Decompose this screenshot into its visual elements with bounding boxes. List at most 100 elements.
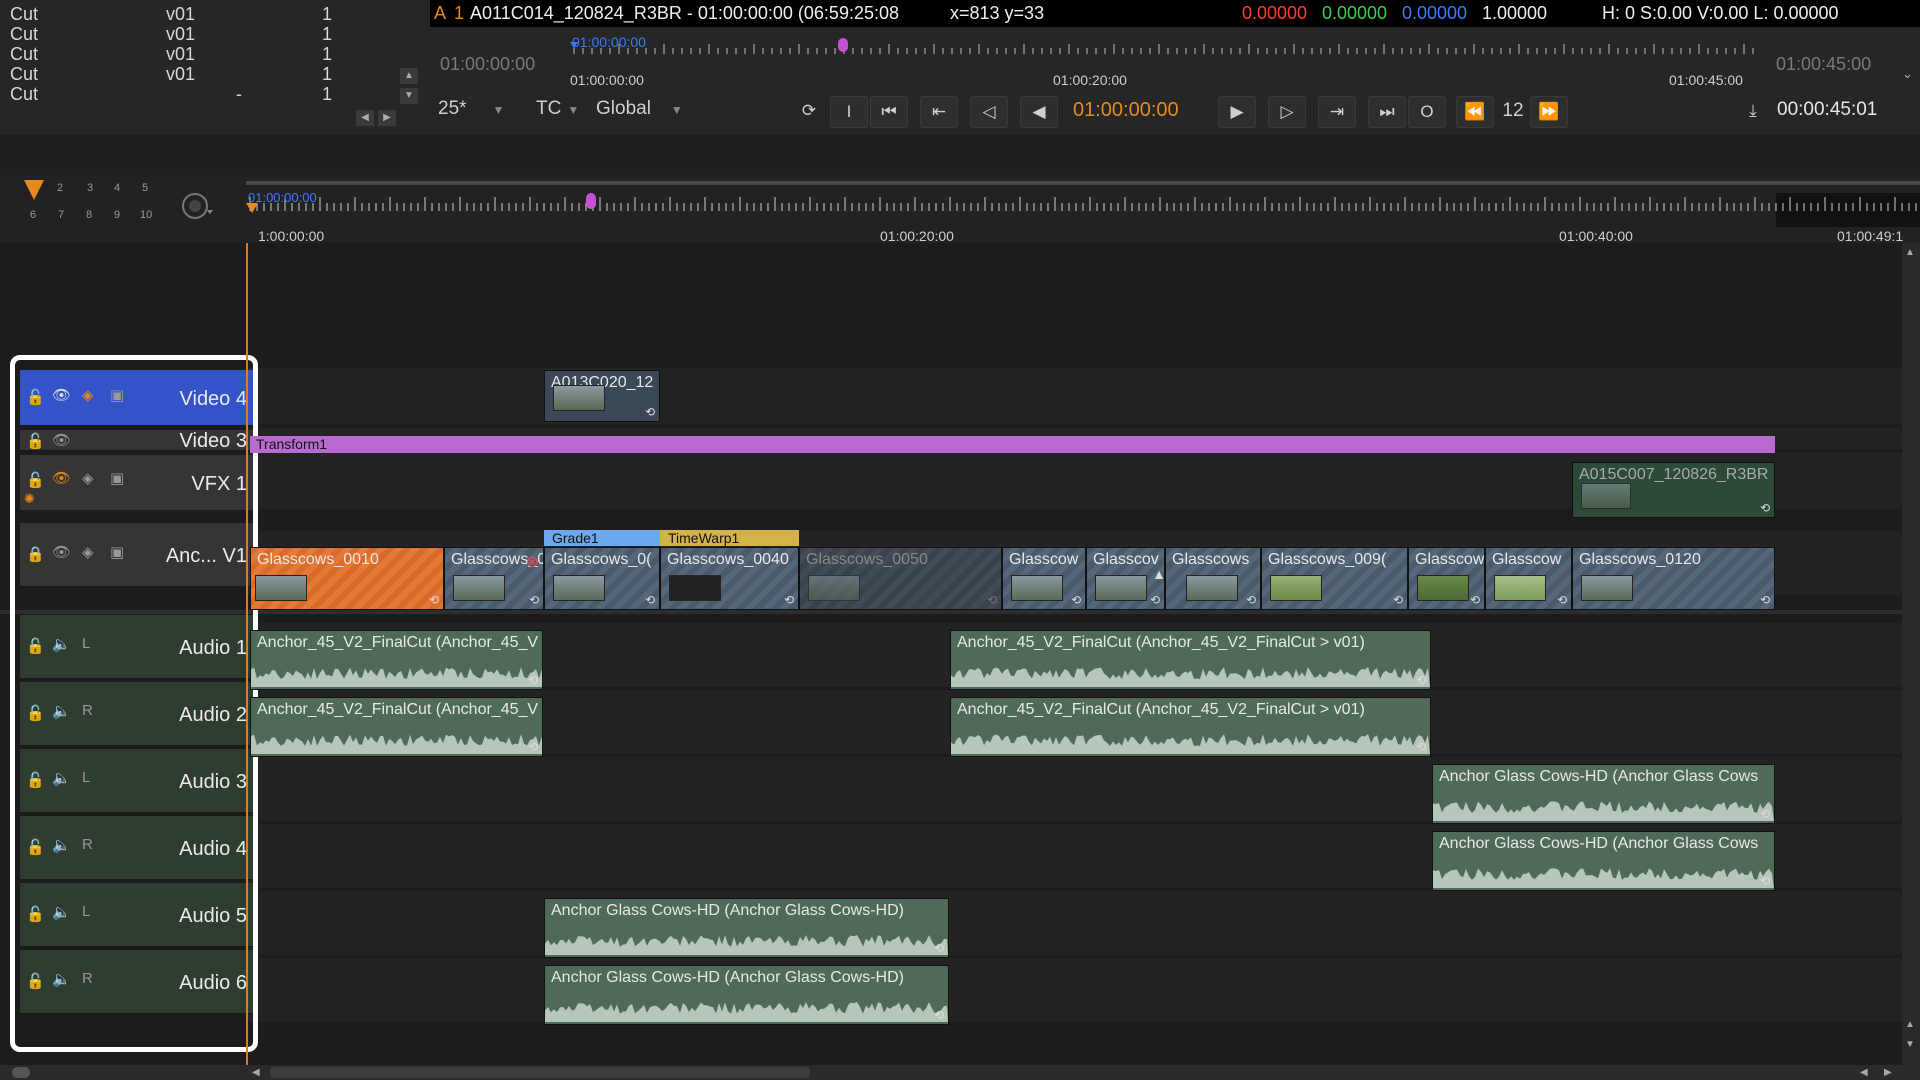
track-header-vfx1[interactable]: 🔓 👁 ◈ ▣ ✺ VFX 1 [20,455,253,511]
track-header-audio6[interactable]: 🔓 🔈 R Audio 6 [20,950,253,1014]
clip-v1[interactable]: Glasscows_0120 ⟲ [1572,547,1775,610]
step-forward-button[interactable]: ▷ [1268,96,1306,128]
go-to-out-button[interactable]: ⏭ [1368,96,1406,128]
channel-dropdown[interactable]: L [82,903,90,920]
step-back-button[interactable]: ◁ [970,96,1008,128]
lock-icon[interactable]: 🔓 [26,637,45,655]
edit-list-row[interactable]: Cut - 1 [0,84,400,104]
clip-v1[interactable]: Glasscow ⟲ [1408,547,1485,610]
track-header-video3[interactable]: 🔓 👁 Video 3 [20,430,253,452]
loop-mode-icon[interactable]: ⟳ [790,96,828,128]
play-reverse-button[interactable]: ◀ [1020,96,1058,128]
decrement-frames-button[interactable]: ⏪ [1456,96,1494,128]
frame-increment-field[interactable]: 12 [1494,96,1532,128]
speaker-icon[interactable]: 🔈 [52,836,71,854]
audio-clip[interactable]: Anchor_45_V2_FinalCut (Anchor_45_V2_Fina… [950,697,1431,757]
marker-slot[interactable]: 6 [30,209,36,221]
timeline-vertical-scrollbar[interactable]: ▲ ▲ ▼ [1902,243,1920,1065]
snap-target-icon[interactable] [180,189,214,223]
video-audio-divider[interactable] [0,610,1902,614]
clip-v1[interactable]: Glasscows_0050 ⟲ [799,547,1002,610]
eye-icon[interactable]: 👁 [52,469,71,487]
track-header-audio5[interactable]: 🔓 🔈 L Audio 5 [20,883,253,947]
clip-v1[interactable]: Glasscows_009( ⟲ [1261,547,1408,610]
timecode-mode-dropdown[interactable]: TC ▼ [536,98,579,126]
clip-v1[interactable]: Glasscows_0040 ⟲ [660,547,799,610]
track-header-video4[interactable]: 🔓 👁 ◈ ▣ Video 4 [20,370,253,426]
marker-slot[interactable]: 9 [114,209,120,221]
disk-icon[interactable]: ▣ [110,386,124,404]
marker-slot[interactable]: 7 [58,209,64,221]
clip-v1[interactable]: Glasscows_0010 ⟲ [250,547,444,610]
scroll-down-icon[interactable]: ▼ [1905,1039,1915,1050]
lock-icon[interactable]: 🔓 [26,771,45,789]
set-out-button[interactable]: O [1408,96,1446,128]
scroll-left-icon[interactable]: ◀ [1860,1067,1868,1078]
disk-icon[interactable]: ▣ [110,469,124,487]
audio-clip[interactable]: Anchor Glass Cows-HD (Anchor Glass Cows … [1432,831,1775,891]
lock-icon[interactable]: 🔓 [26,432,45,450]
track-lane-audio5[interactable] [246,891,1902,955]
duration-mode-icon[interactable]: ⤓ [1734,96,1772,128]
scroll-up-icon[interactable]: ▲ [1905,247,1915,258]
audio-clip[interactable]: Anchor_45_V2_FinalCut (Anchor_45_V ⟲ [250,630,543,690]
next-edit-button[interactable]: ⇥ [1318,96,1356,128]
clip-video4[interactable]: A013C020_12 ⟲ [544,370,660,422]
eye-icon[interactable]: 👁 [52,431,71,449]
track-header-audio3[interactable]: 🔓 🔈 L Audio 3 [20,749,253,813]
clip-v1[interactable]: Glasscow ⟲ [1485,547,1572,610]
speaker-icon[interactable]: 🔈 [52,769,71,787]
viewer-scrub-ruler[interactable]: 01:00:00:00 [570,32,1760,68]
scroll-left-icon[interactable]: ◀ [252,1067,260,1078]
audio-clip[interactable]: Anchor Glass Cows-HD (Anchor Glass Cows-… [544,965,949,1025]
edit-list-row[interactable]: Cut v01 1 [0,24,400,44]
zoom-handle[interactable] [12,1067,30,1078]
scroll-down-icon[interactable]: ▼ [400,88,418,104]
clip-v1[interactable]: Glasscow ⟲ [1002,547,1086,610]
lock-icon[interactable]: 🔓 [26,972,45,990]
marker-slot[interactable]: 4 [114,182,120,194]
previous-edit-button[interactable]: ⇤ [920,96,958,128]
speaker-icon[interactable]: 🔈 [52,635,71,653]
channel-dropdown[interactable]: L [82,635,90,652]
speaker-icon[interactable]: 🔈 [52,702,71,720]
timeline-horizontal-scrollbar[interactable]: ◀ ◀ ▶ [0,1065,1920,1080]
clip-v1[interactable]: Glasscows ⟲ [1165,547,1261,610]
channel-dropdown[interactable]: R [82,702,93,719]
channel-dropdown[interactable]: R [82,970,93,987]
marker-slot[interactable]: 3 [87,182,93,194]
scroll-thumb[interactable] [270,1067,810,1078]
lock-closed-icon[interactable]: 🔒 [26,545,45,563]
transform-effect-bar[interactable]: Transform1 [250,436,1775,453]
fps-dropdown[interactable]: 25* ▼ [438,98,504,126]
edit-list-row[interactable]: Cut v01 1 [0,64,400,84]
channel-dropdown[interactable]: L [82,769,90,786]
audio-clip[interactable]: Anchor Glass Cows-HD (Anchor Glass Cows … [1432,764,1775,824]
layers-icon[interactable]: ◈ [82,386,94,404]
track-header-v1[interactable]: 🔒 👁 ◈ ▣ Anc... V1 [20,523,253,587]
lock-icon[interactable]: 🔓 [26,704,45,722]
audio-clip[interactable]: Anchor Glass Cows-HD (Anchor Glass Cows-… [544,898,949,958]
track-lane-video4[interactable] [246,368,1902,424]
clip-v1[interactable]: Glasscov ▲ ⟲ [1086,547,1165,610]
disk-icon[interactable]: ▣ [110,543,124,561]
speaker-icon[interactable]: 🔈 [52,903,71,921]
play-forward-button[interactable]: ▶ [1218,96,1256,128]
increment-frames-button[interactable]: ⏩ [1530,96,1568,128]
eye-icon[interactable]: 👁 [52,386,71,404]
scope-dropdown[interactable]: Global ▼ [596,98,683,126]
clip-v1[interactable]: Glasscows_0 ⊗ ⟲ [444,547,544,610]
layers-icon[interactable]: ◈ [82,543,94,561]
timeline-playhead[interactable] [246,243,248,1065]
edit-list-row[interactable]: Cut v01 1 [0,44,400,64]
track-header-audio1[interactable]: 🔓 🔈 L Audio 1 [20,615,253,679]
scroll-right-icon[interactable]: ▶ [378,110,396,126]
lock-icon[interactable]: 🔓 [26,905,45,923]
marker-slot[interactable]: 5 [142,182,148,194]
clip-v1[interactable]: Glasscows_0( ⟲ [544,547,660,610]
speaker-icon[interactable]: 🔈 [52,970,71,988]
scroll-up-icon[interactable]: ▲ [400,68,418,84]
marker-slot[interactable]: 10 [140,209,152,221]
audio-clip[interactable]: Anchor_45_V2_FinalCut (Anchor_45_V2_Fina… [950,630,1431,690]
track-lane-audio6[interactable] [246,958,1902,1022]
